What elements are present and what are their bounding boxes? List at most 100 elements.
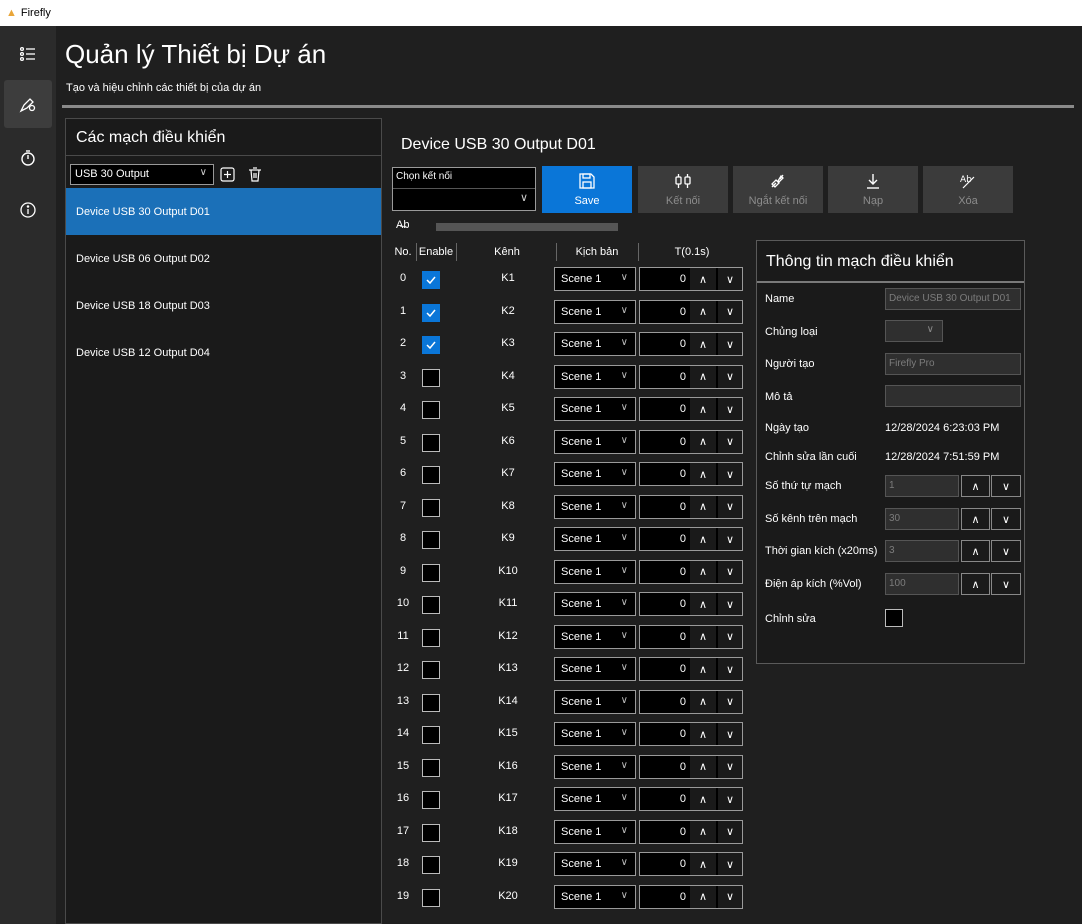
trigger-time-stepper[interactable]: 3 ∧ ∨ xyxy=(885,540,1021,562)
chevron-down-icon[interactable]: ∨ xyxy=(718,365,742,388)
chevron-down-icon[interactable]: ∨ xyxy=(718,658,742,680)
time-value[interactable]: 0 xyxy=(640,306,686,318)
board-order-stepper[interactable]: 1 ∧ ∨ xyxy=(885,475,1021,497)
scene-select[interactable]: Scene 1 ∨ xyxy=(554,722,636,746)
chevron-down-icon[interactable]: ∨ xyxy=(991,475,1021,497)
chevron-down-icon[interactable]: ∨ xyxy=(718,820,742,843)
time-value[interactable]: 0 xyxy=(640,696,686,708)
chevron-up-icon[interactable]: ∧ xyxy=(690,723,716,745)
scene-select[interactable]: Scene 1 ∨ xyxy=(554,884,636,909)
chevron-up-icon[interactable]: ∧ xyxy=(690,690,716,713)
chevron-up-icon[interactable]: ∧ xyxy=(690,593,716,615)
chevron-up-icon[interactable]: ∧ xyxy=(690,528,716,550)
enable-checkbox[interactable] xyxy=(422,791,440,809)
creator-field[interactable]: Firefly Pro xyxy=(885,353,1021,375)
chevron-down-icon[interactable]: ∨ xyxy=(718,755,742,778)
time-value[interactable]: 0 xyxy=(640,436,686,448)
load-button[interactable]: Nạp xyxy=(828,166,918,213)
chevron-up-icon[interactable]: ∧ xyxy=(690,560,716,583)
time-stepper[interactable]: 0 ∧ ∨ xyxy=(639,559,743,584)
chevron-down-icon[interactable]: ∨ xyxy=(718,268,742,290)
sidebar-item-timer[interactable] xyxy=(4,134,52,182)
scene-select[interactable]: Scene 1 ∨ xyxy=(554,364,636,389)
time-stepper[interactable]: 0 ∧ ∨ xyxy=(639,689,743,714)
scene-select[interactable]: Scene 1 ∨ xyxy=(554,494,636,519)
time-value[interactable]: 0 xyxy=(640,403,686,415)
device-list-item[interactable]: Device USB 18 Output D03 xyxy=(66,282,381,329)
scene-select[interactable]: Scene 1 ∨ xyxy=(554,429,636,454)
enable-checkbox[interactable] xyxy=(422,401,440,419)
time-stepper[interactable]: 0 ∧ ∨ xyxy=(639,754,743,779)
sidebar-item-devices[interactable] xyxy=(4,80,52,128)
chevron-up-icon[interactable]: ∧ xyxy=(690,788,716,810)
enable-checkbox[interactable] xyxy=(422,823,440,842)
delete-button[interactable]: Ab Xóa xyxy=(923,166,1013,213)
time-stepper[interactable]: 0 ∧ ∨ xyxy=(639,299,743,324)
scene-select[interactable]: Scene 1 ∨ xyxy=(554,787,636,811)
description-field[interactable] xyxy=(885,385,1021,407)
name-field[interactable]: Device USB 30 Output D01 xyxy=(885,288,1021,310)
chevron-down-icon[interactable]: ∨ xyxy=(718,690,742,713)
connect-button[interactable]: Kết nối xyxy=(638,166,728,213)
chevron-up-icon[interactable]: ∧ xyxy=(690,755,716,778)
chevron-down-icon[interactable]: ∨ xyxy=(718,463,742,485)
trigger-voltage-input[interactable]: 100 xyxy=(885,573,959,595)
time-value[interactable]: 0 xyxy=(640,663,686,675)
time-value[interactable]: 0 xyxy=(640,826,686,838)
time-value[interactable]: 0 xyxy=(640,533,686,545)
chevron-down-icon[interactable]: ∨ xyxy=(718,853,742,875)
enable-checkbox[interactable] xyxy=(422,758,440,777)
scene-select[interactable]: Scene 1 ∨ xyxy=(554,299,636,324)
type-select[interactable]: ∨ xyxy=(885,320,943,342)
trigger-voltage-stepper[interactable]: 100 ∧ ∨ xyxy=(885,573,1021,595)
time-value[interactable]: 0 xyxy=(640,338,686,350)
time-stepper[interactable]: 0 ∧ ∨ xyxy=(639,332,743,356)
chevron-up-icon[interactable]: ∧ xyxy=(690,463,716,485)
time-stepper[interactable]: 0 ∧ ∨ xyxy=(639,884,743,909)
device-list-item[interactable]: Device USB 06 Output D02 xyxy=(66,235,381,282)
scene-select[interactable]: Scene 1 ∨ xyxy=(554,624,636,649)
chevron-down-icon[interactable]: ∨ xyxy=(718,885,742,908)
enable-checkbox[interactable] xyxy=(422,466,440,484)
trigger-time-input[interactable]: 3 xyxy=(885,540,959,562)
chevron-up-icon[interactable]: ∧ xyxy=(690,625,716,648)
save-button[interactable]: Save xyxy=(542,166,632,213)
sidebar-item-info[interactable] xyxy=(4,186,52,234)
scene-select[interactable]: Scene 1 ∨ xyxy=(554,267,636,291)
chevron-down-icon[interactable]: ∨ xyxy=(718,788,742,810)
time-stepper[interactable]: 0 ∧ ∨ xyxy=(639,819,743,844)
board-order-input[interactable]: 1 xyxy=(885,475,959,497)
enable-checkbox[interactable] xyxy=(422,531,440,549)
scene-select[interactable]: Scene 1 ∨ xyxy=(554,527,636,551)
chevron-down-icon[interactable]: ∨ xyxy=(718,593,742,615)
chevron-up-icon[interactable]: ∧ xyxy=(690,658,716,680)
chevron-up-icon[interactable]: ∧ xyxy=(690,853,716,875)
chevron-up-icon[interactable]: ∧ xyxy=(690,495,716,518)
enable-checkbox[interactable] xyxy=(422,888,440,907)
chevron-down-icon[interactable]: ∨ xyxy=(718,560,742,583)
channel-count-stepper[interactable]: 30 ∧ ∨ xyxy=(885,508,1021,530)
scene-select[interactable]: Scene 1 ∨ xyxy=(554,462,636,486)
time-value[interactable]: 0 xyxy=(640,631,686,643)
chevron-down-icon[interactable]: ∨ xyxy=(718,398,742,420)
delete-device-button[interactable] xyxy=(246,164,264,184)
enable-checkbox[interactable] xyxy=(422,726,440,744)
time-value[interactable]: 0 xyxy=(640,858,686,870)
enable-checkbox[interactable] xyxy=(422,661,440,679)
scene-select[interactable]: Scene 1 ∨ xyxy=(554,657,636,681)
chevron-up-icon[interactable]: ∧ xyxy=(690,300,716,323)
time-stepper[interactable]: 0 ∧ ∨ xyxy=(639,527,743,551)
device-list-item[interactable]: Device USB 30 Output D01 xyxy=(66,188,381,235)
time-stepper[interactable]: 0 ∧ ∨ xyxy=(639,787,743,811)
connection-dropdown[interactable]: ∨ xyxy=(393,188,535,210)
time-stepper[interactable]: 0 ∧ ∨ xyxy=(639,429,743,454)
time-value[interactable]: 0 xyxy=(640,501,686,513)
time-stepper[interactable]: 0 ∧ ∨ xyxy=(639,624,743,649)
time-value[interactable]: 0 xyxy=(640,793,686,805)
enable-checkbox[interactable] xyxy=(422,856,440,874)
time-stepper[interactable]: 0 ∧ ∨ xyxy=(639,722,743,746)
time-value[interactable]: 0 xyxy=(640,761,686,773)
enable-checkbox[interactable] xyxy=(422,433,440,452)
chevron-down-icon[interactable]: ∨ xyxy=(991,508,1021,530)
chevron-down-icon[interactable]: ∨ xyxy=(718,430,742,453)
